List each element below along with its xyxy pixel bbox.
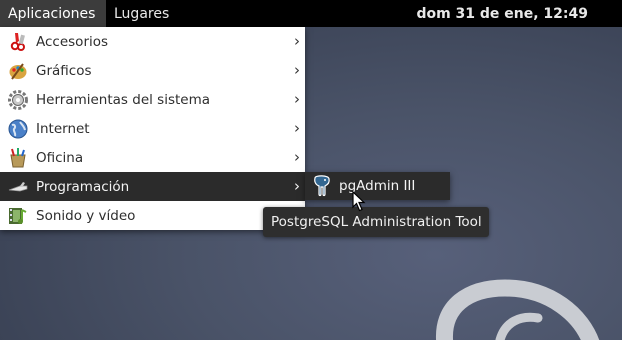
- submenu-arrow-icon: ›: [294, 61, 300, 79]
- menu-item-internet[interactable]: Internet ›: [0, 114, 305, 143]
- top-panel: Aplicaciones Lugares dom 31 de ene, 12:4…: [0, 0, 622, 27]
- menu-item-label: Oficina: [36, 150, 84, 166]
- accessories-icon: [8, 32, 28, 52]
- submenu-arrow-icon: ›: [294, 148, 300, 166]
- menu-item-herramientas[interactable]: Herramientas del sistema ›: [0, 85, 305, 114]
- tooltip-text: PostgreSQL Administration Tool: [271, 214, 482, 230]
- sound-video-icon: [8, 206, 28, 226]
- system-tools-icon: [8, 90, 28, 110]
- submenu-arrow-icon: ›: [294, 90, 300, 108]
- menu-item-label: Herramientas del sistema: [36, 92, 211, 108]
- menu-item-graficos[interactable]: Gráficos ›: [0, 56, 305, 85]
- menu-item-programacion[interactable]: Programación ›: [0, 172, 305, 201]
- office-icon: [8, 148, 28, 168]
- clock[interactable]: dom 31 de ene, 12:49: [416, 0, 588, 28]
- places-menu-button[interactable]: Lugares: [106, 0, 177, 27]
- graphics-icon: [8, 61, 28, 81]
- applications-menu-button[interactable]: Aplicaciones: [0, 0, 106, 27]
- submenu-arrow-icon: ›: [294, 177, 300, 195]
- submenu-arrow-icon: ›: [294, 32, 300, 50]
- pgadmin-elephant-icon: [311, 175, 333, 197]
- programming-submenu: pgAdmin III: [305, 172, 450, 200]
- pgadmin-label: pgAdmin III: [339, 178, 416, 194]
- submenu-arrow-icon: ›: [294, 119, 300, 137]
- menu-item-accesorios[interactable]: Accesorios ›: [0, 27, 305, 56]
- menu-item-label: Gráficos: [36, 63, 92, 79]
- menu-item-sonido-video[interactable]: Sonido y vídeo: [0, 201, 305, 230]
- menu-item-oficina[interactable]: Oficina ›: [0, 143, 305, 172]
- menu-item-label: Sonido y vídeo: [36, 208, 136, 224]
- menu-item-label: Internet: [36, 121, 90, 137]
- tooltip: PostgreSQL Administration Tool: [263, 207, 489, 237]
- internet-globe-icon: [8, 119, 28, 139]
- mouse-pointer-icon: [352, 191, 366, 212]
- applications-menu: Accesorios › Gráficos › Herramientas del…: [0, 27, 305, 230]
- menu-item-pgadmin[interactable]: pgAdmin III: [305, 172, 450, 200]
- menu-item-label: Accesorios: [36, 34, 109, 50]
- menu-item-label: Programación: [36, 179, 130, 195]
- programming-icon: [8, 177, 28, 197]
